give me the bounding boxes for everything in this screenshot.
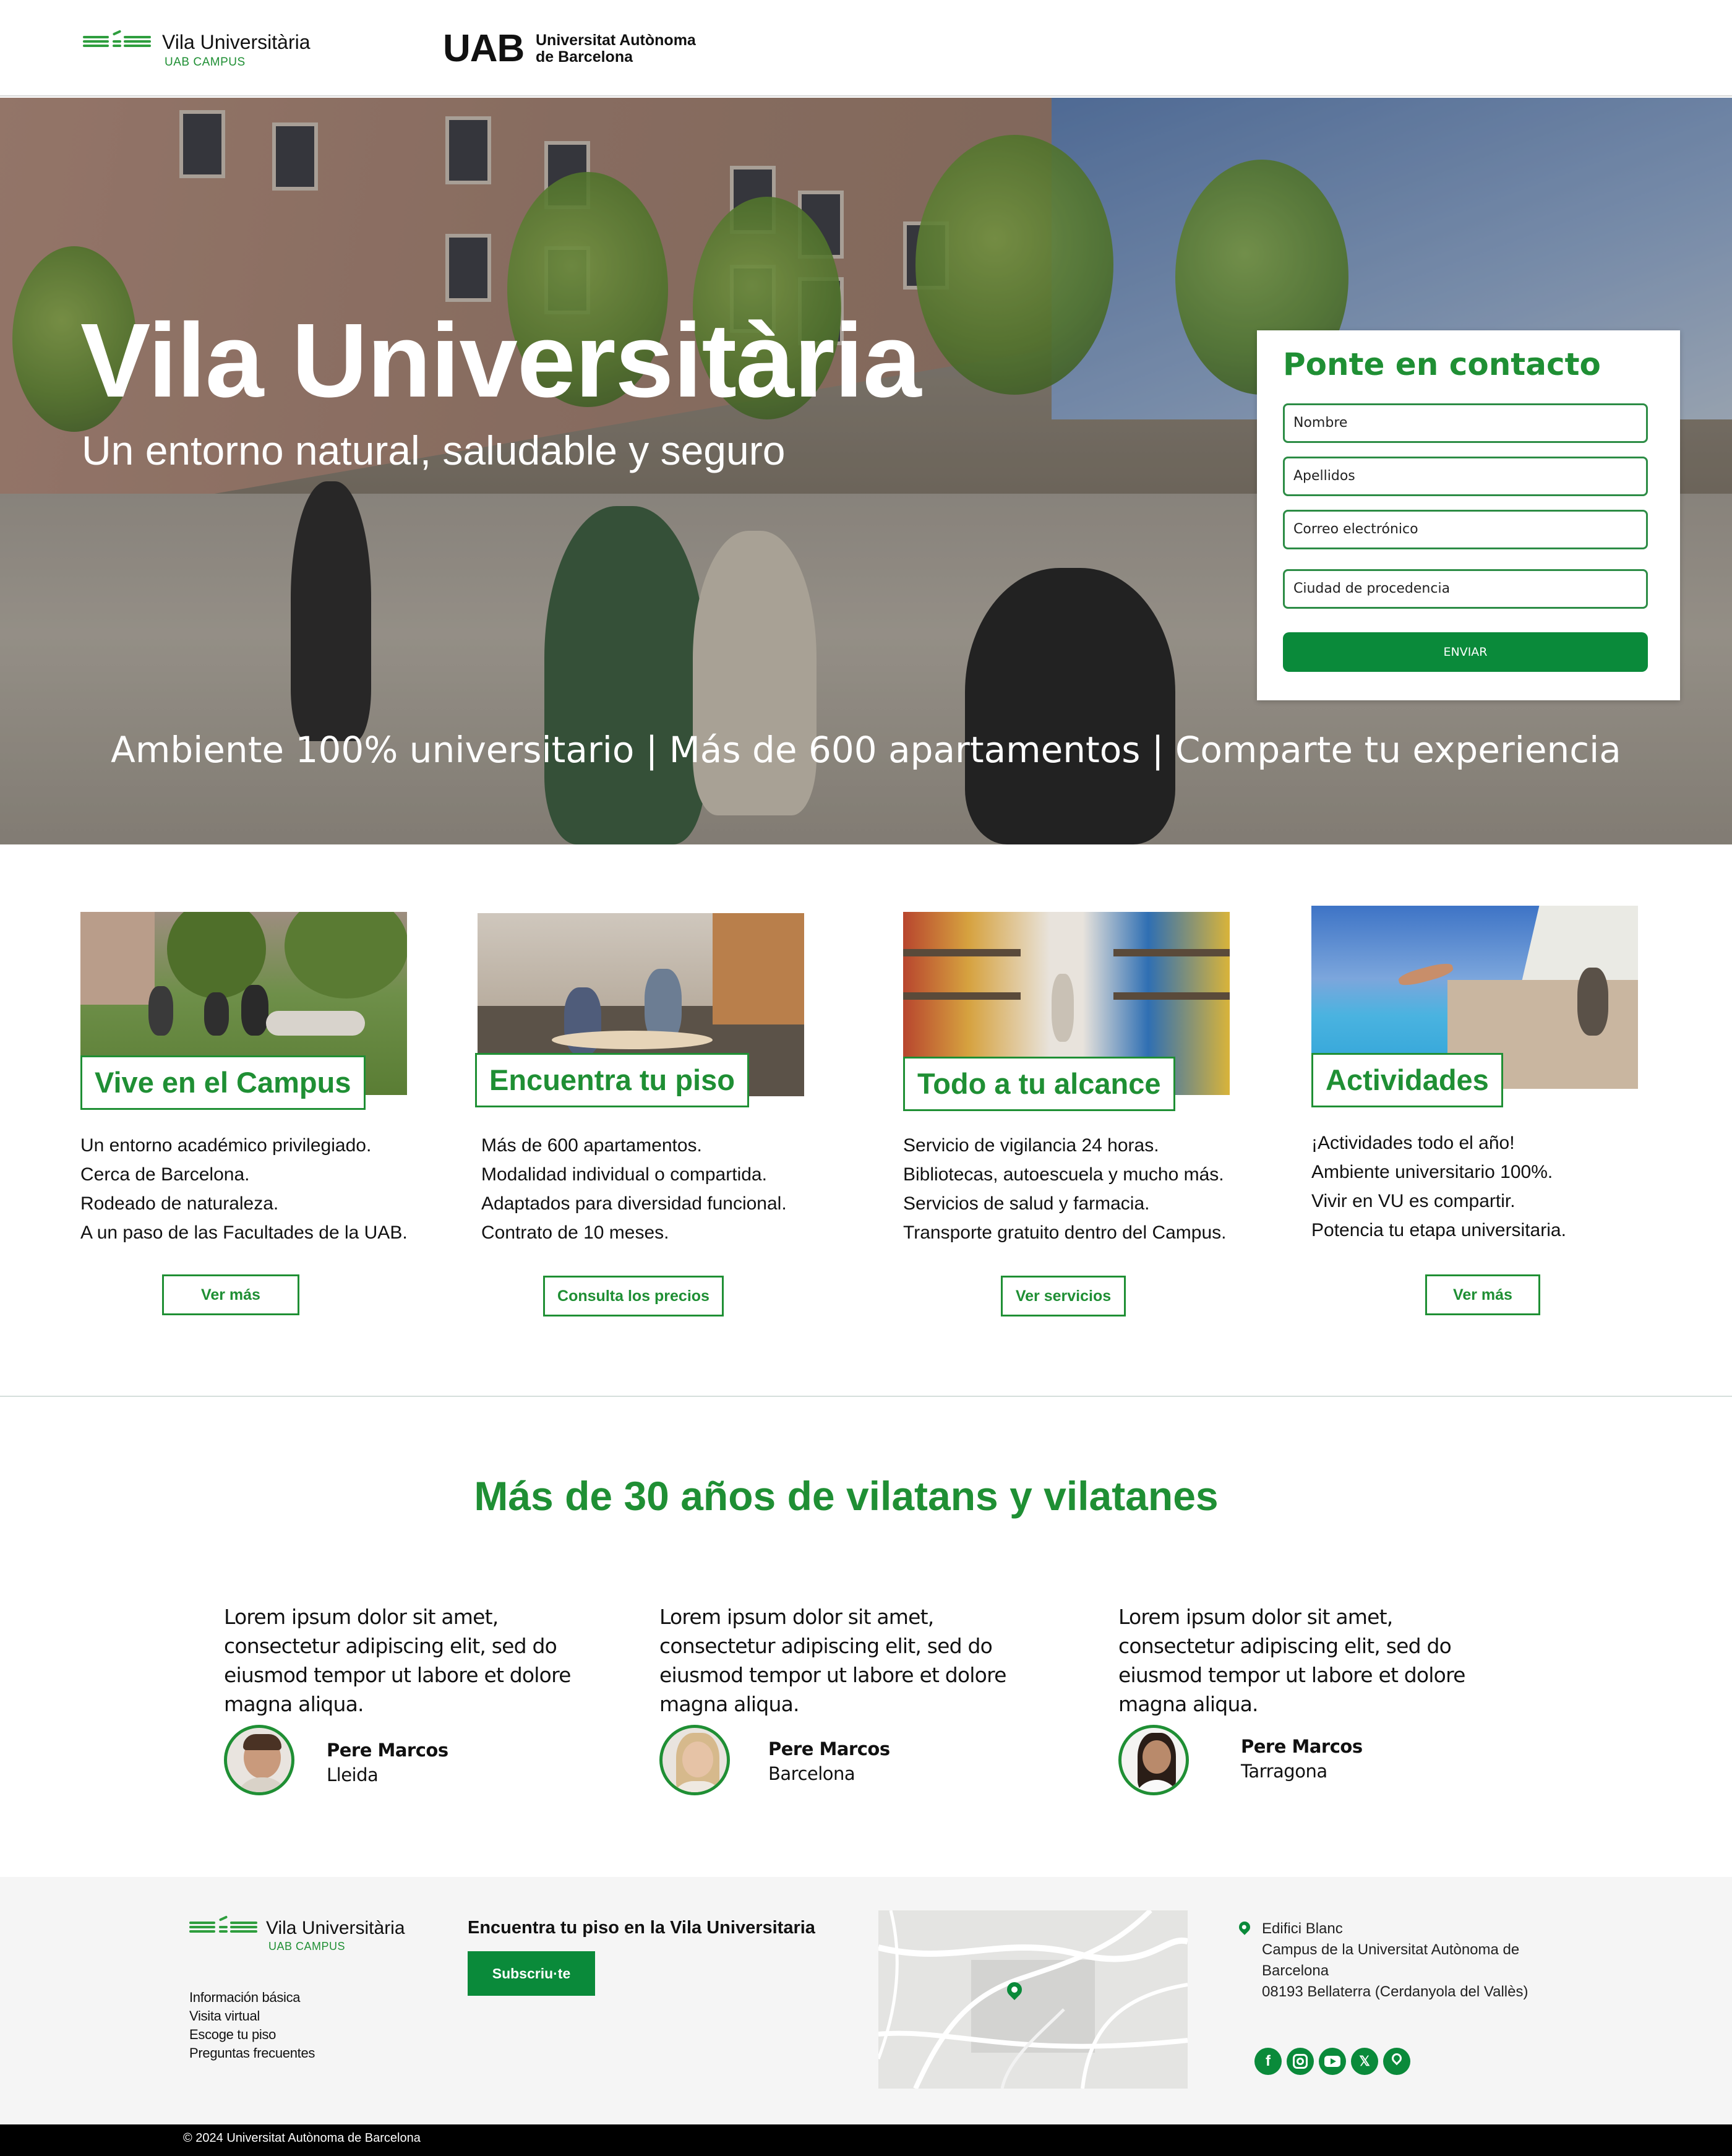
city-field[interactable]: Ciudad de procedencia (1283, 569, 1648, 609)
footer-link-info[interactable]: Información básica (189, 1990, 301, 2006)
subscribe-title: Encuentra tu piso en la Vila Universitar… (468, 1918, 815, 1938)
uab-name-line1: Universitat Autònoma (536, 32, 696, 49)
hero-subtitle: Un entorno natural, saludable y seguro (82, 427, 786, 473)
section-divider (0, 1396, 1732, 1397)
testimonials-heading: Más de 30 años de vilatans y vilatanes (474, 1473, 1219, 1519)
instagram-icon[interactable] (1287, 2048, 1314, 2075)
footer-brand-campus: UAB CAMPUS (268, 1940, 346, 1952)
feature-line: A un paso de las Facultades de la UAB. (80, 1222, 408, 1243)
facebook-icon[interactable]: f (1254, 2048, 1282, 2075)
ver-mas-button[interactable]: Ver más (162, 1274, 299, 1315)
hero-tagline: Ambiente 100% universitario | Más de 600… (111, 729, 1621, 771)
feature-line: Vivir en VU es compartir. (1311, 1191, 1516, 1211)
subscribe-button[interactable]: Subscriu·te (468, 1951, 595, 1996)
footer-link-faq[interactable]: Preguntas frecuentes (189, 2045, 315, 2061)
feature-line: Servicio de vigilancia 24 horas. (903, 1135, 1159, 1156)
feature-title-piso: Encuentra tu piso (475, 1053, 749, 1107)
uab-logo-mark[interactable]: UAB (443, 27, 525, 71)
address-line: 08193 Bellaterra (Cerdanyola del Vallès) (1262, 1983, 1528, 2000)
feature-text-piso: Más de 600 apartamentos. Modalidad indiv… (481, 1131, 787, 1247)
copyright-bar: © 2024 Universitat Autònoma de Barcelona (0, 2124, 1732, 2156)
vila-logo-icon[interactable] (83, 30, 152, 52)
ver-mas-actividades-button[interactable]: Ver más (1425, 1274, 1540, 1315)
location-map[interactable] (878, 1910, 1188, 2089)
footer-link-piso[interactable]: Escoge tu piso (189, 2027, 276, 2043)
testimonial-name: Pere Marcos (768, 1738, 890, 1759)
surname-field[interactable]: Apellidos (1283, 457, 1648, 496)
feature-line: Servicios de salud y farmacia. (903, 1193, 1150, 1214)
address-line: Edifici Blanc (1262, 1920, 1343, 1937)
feature-line: ¡Actividades todo el año! (1311, 1133, 1515, 1153)
footer-brand-name: Vila Universitària (266, 1918, 405, 1938)
feature-line: Rodeado de naturaleza. (80, 1193, 279, 1214)
feature-line: Cerca de Barcelona. (80, 1164, 250, 1185)
hero-title: Vila Universitària (80, 302, 922, 419)
testimonial-quote: Lorem ipsum dolor sit amet, consectetur … (1118, 1605, 1465, 1716)
x-icon[interactable]: 𝕏 (1351, 2048, 1378, 2075)
map-roads (878, 1910, 1188, 2089)
avatar (659, 1725, 730, 1795)
feature-line: Modalidad individual o compartida. (481, 1164, 767, 1185)
name-field[interactable]: Nombre (1283, 403, 1648, 443)
brand-name[interactable]: Vila Universitària (162, 31, 311, 54)
consulta-precios-button[interactable]: Consulta los precios (543, 1276, 724, 1316)
feature-line: Contrato de 10 meses. (481, 1222, 669, 1243)
testimonial-city: Lleida (327, 1764, 379, 1785)
address-line: Campus de la Universitat Autònoma de (1262, 1941, 1520, 1958)
testimonial-name: Pere Marcos (1241, 1736, 1363, 1757)
feature-line: Más de 600 apartamentos. (481, 1135, 702, 1156)
feature-line: Ambiente universitario 100%. (1311, 1162, 1553, 1182)
footer-vila-logo-icon[interactable] (189, 1915, 259, 1938)
avatar (1118, 1725, 1189, 1795)
uab-logo-name: Universitat Autònoma de Barcelona (536, 32, 696, 66)
footer-link-visita[interactable]: Visita virtual (189, 2008, 260, 2024)
contact-title: Ponte en contacto (1283, 346, 1601, 382)
feature-title-actividades: Actividades (1311, 1053, 1503, 1107)
site-header: Vila Universitària UAB CAMPUS UAB Univer… (0, 0, 1732, 97)
testimonial-quote: Lorem ipsum dolor sit amet, consectetur … (224, 1605, 571, 1716)
send-button[interactable]: ENVIAR (1283, 632, 1648, 672)
contact-form: Ponte en contacto Nombre Apellidos Corre… (1257, 330, 1680, 700)
feature-line: Adaptados para diversidad funcional. (481, 1193, 787, 1214)
youtube-icon[interactable] (1319, 2048, 1346, 2075)
brand-campus: UAB CAMPUS (165, 56, 246, 69)
address-line: Barcelona (1262, 1962, 1329, 1979)
location-icon[interactable] (1383, 2048, 1410, 2075)
avatar (224, 1725, 294, 1795)
testimonial-quote: Lorem ipsum dolor sit amet, consectetur … (659, 1605, 1006, 1716)
feature-line: Bibliotecas, autoescuela y mucho más. (903, 1164, 1224, 1185)
feature-line: Un entorno académico privilegiado. (80, 1135, 372, 1156)
feature-text-alcance: Servicio de vigilancia 24 horas. Bibliot… (903, 1131, 1227, 1247)
testimonial-city: Barcelona (768, 1763, 855, 1784)
testimonial-name: Pere Marcos (327, 1740, 448, 1761)
feature-text-actividades: ¡Actividades todo el año! Ambiente unive… (1311, 1128, 1566, 1245)
email-field[interactable]: Correo electrónico (1283, 510, 1648, 549)
feature-line: Transporte gratuito dentro del Campus. (903, 1222, 1227, 1243)
feature-title-campus: Vive en el Campus (80, 1055, 366, 1110)
feature-line: Potencia tu etapa universitaria. (1311, 1220, 1566, 1240)
copyright-text: © 2024 Universitat Autònoma de Barcelona (183, 2131, 421, 2145)
ver-servicios-button[interactable]: Ver servicios (1001, 1276, 1126, 1316)
uab-name-line2: de Barcelona (536, 48, 633, 66)
feature-title-alcance: Todo a tu alcance (903, 1057, 1175, 1111)
testimonial-city: Tarragona (1241, 1761, 1327, 1782)
feature-text-campus: Un entorno académico privilegiado. Cerca… (80, 1131, 408, 1247)
